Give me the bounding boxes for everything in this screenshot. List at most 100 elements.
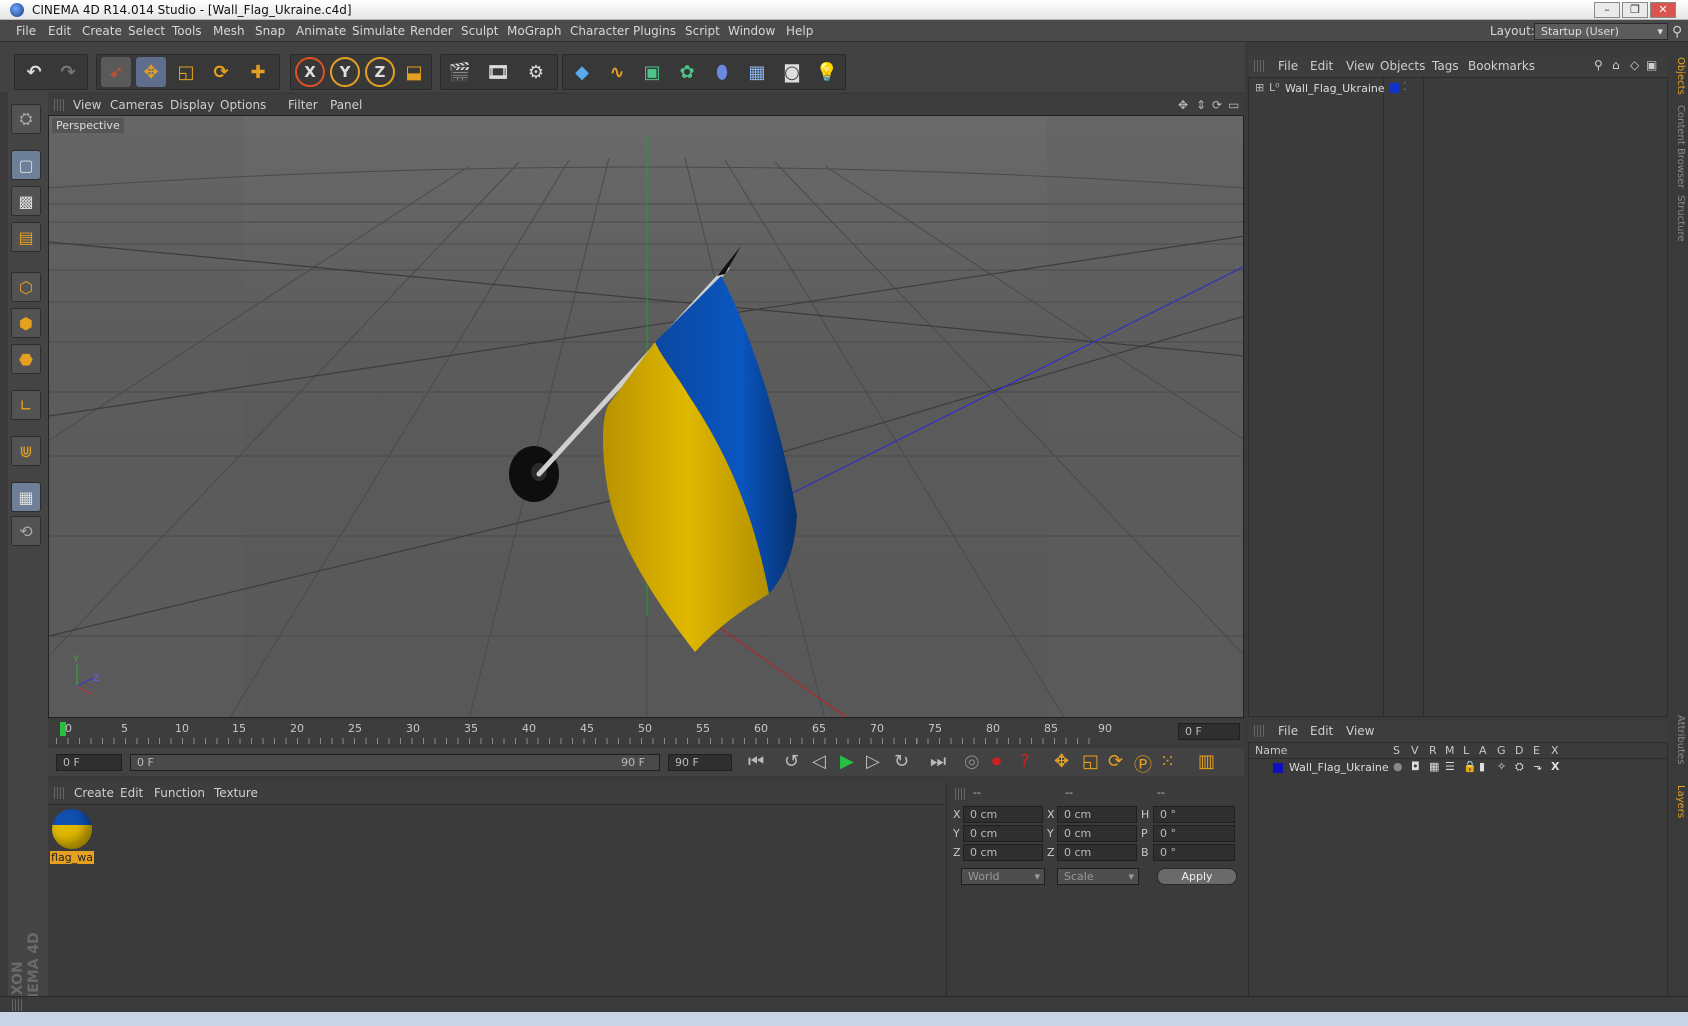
column-deformers[interactable]: D [1515, 744, 1523, 757]
viewport-menu-panel[interactable]: Panel [330, 98, 362, 112]
column-solo[interactable]: S [1393, 744, 1400, 757]
deformer-icon[interactable]: ⬮ [707, 57, 737, 87]
object-menu-tags[interactable]: Tags [1432, 59, 1459, 73]
lock-workplane-icon[interactable]: ▦ [11, 482, 41, 512]
viewport-maximize-icon[interactable]: ▭ [1228, 98, 1239, 112]
size-z-field[interactable]: 0 cm [1057, 844, 1137, 861]
timeline-window-icon[interactable]: ▥ [1198, 751, 1215, 772]
floor-scene-icon[interactable]: ▦ [742, 57, 772, 87]
panel-grip-icon[interactable] [955, 788, 965, 800]
object-menu-edit[interactable]: Edit [1310, 59, 1333, 73]
y-axis-lock-button[interactable]: Y [330, 57, 360, 87]
transform-mode-dropdown[interactable]: Scale ▾ [1057, 868, 1139, 885]
column-expressions[interactable]: E [1533, 744, 1540, 757]
menu-create[interactable]: Create [82, 24, 122, 38]
planar-workplane-icon[interactable]: ⟲ [11, 516, 41, 546]
home-icon[interactable]: ⌂ [1612, 58, 1620, 72]
column-xref[interactable]: X [1551, 744, 1559, 757]
collapse-icon[interactable]: ◇ [1630, 58, 1639, 72]
tab-layers[interactable]: Layers [1670, 785, 1686, 818]
position-z-field[interactable]: 0 cm [963, 844, 1043, 861]
tab-content-browser[interactable]: Content Browser [1670, 105, 1686, 188]
deformer-toggle-icon[interactable]: ⛭ [1515, 760, 1524, 774]
viewport-menu-filter[interactable]: Filter [288, 98, 318, 112]
expand-icon[interactable]: ⊞ [1255, 81, 1264, 94]
minimize-button[interactable]: – [1594, 2, 1620, 18]
viewport-menu-cameras[interactable]: Cameras [110, 98, 163, 112]
column-animation[interactable]: A [1479, 744, 1487, 757]
render-settings-icon[interactable]: ⚙ [521, 57, 551, 87]
play-forward-icon[interactable]: ▶ [840, 751, 854, 772]
viewport-zoom-icon[interactable]: ⇕ [1196, 98, 1206, 112]
key-pla-icon[interactable]: ⁙ [1160, 751, 1175, 772]
spline-icon[interactable]: ∿ [602, 57, 632, 87]
layout-dropdown[interactable]: Startup (User) ▾ [1534, 23, 1668, 40]
object-name[interactable]: Wall_Flag_Ukraine [1285, 82, 1385, 95]
search-icon[interactable]: ⚲ [1594, 58, 1603, 72]
next-key-icon[interactable]: ↻ [894, 751, 909, 772]
menu-simulate[interactable]: Simulate [352, 24, 405, 38]
menu-render[interactable]: Render [410, 24, 453, 38]
menu-window[interactable]: Window [728, 24, 775, 38]
subdivision-surface-icon[interactable]: ▣ [637, 57, 667, 87]
layer-name[interactable]: Wall_Flag_Ukraine [1289, 761, 1389, 774]
frame-range-slider[interactable]: 0 F 90 F [130, 754, 660, 771]
menu-sculpt[interactable]: Sculpt [461, 24, 498, 38]
viewport-menu-display[interactable]: Display [170, 98, 214, 112]
cube-primitive-icon[interactable]: ◆ [567, 57, 597, 87]
tab-attributes[interactable]: Attributes [1670, 715, 1686, 764]
layer-menu-view[interactable]: View [1346, 724, 1374, 738]
points-mode-icon[interactable]: ⬡ [11, 272, 41, 302]
render-toggle-icon[interactable]: ▦ [1429, 760, 1439, 773]
viewport-rotate-icon[interactable]: ⟳ [1212, 98, 1222, 112]
viewport-menu-view[interactable]: View [73, 98, 101, 112]
viewport-menu-options[interactable]: Options [220, 98, 266, 112]
workplane-icon[interactable]: ▤ [11, 222, 41, 252]
menu-mograph[interactable]: MoGraph [507, 24, 562, 38]
z-axis-lock-button[interactable]: Z [365, 57, 395, 87]
menu-character[interactable]: Character [570, 24, 629, 38]
menu-file[interactable]: File [16, 24, 36, 38]
rotation-p-field[interactable]: 0 ° [1153, 825, 1235, 842]
key-position-icon[interactable]: ✥ [1054, 751, 1069, 772]
material-swatch[interactable]: flag_wa [50, 807, 94, 867]
light-icon[interactable]: 💡 [812, 57, 842, 87]
size-y-field[interactable]: 0 cm [1057, 825, 1137, 842]
solo-toggle-icon[interactable]: ● [1393, 760, 1403, 773]
layer-color-swatch[interactable] [1273, 763, 1283, 773]
column-render[interactable]: R [1429, 744, 1437, 757]
render-view-icon[interactable]: 🎬 [445, 57, 475, 87]
menu-tools[interactable]: Tools [172, 24, 202, 38]
layer-row[interactable]: Wall_Flag_Ukraine ● ◘ ▦ ☰ 🔒 ▮ ✧ ⛭ ⬎ X [1249, 760, 1667, 776]
column-view[interactable]: V [1411, 744, 1419, 757]
undo-icon[interactable]: ↶ [19, 57, 49, 87]
coordinate-mode-dropdown[interactable]: World ▾ [961, 868, 1045, 885]
redo-icon[interactable]: ↷ [53, 57, 83, 87]
object-menu-objects[interactable]: Objects [1380, 59, 1425, 73]
apply-button[interactable]: Apply [1157, 868, 1237, 885]
menu-select[interactable]: Select [128, 24, 165, 38]
scale-tool-icon[interactable]: ◱ [171, 57, 201, 87]
expression-toggle-icon[interactable]: ⬎ [1533, 760, 1542, 773]
size-x-field[interactable]: 0 cm [1057, 806, 1137, 823]
animation-toggle-icon[interactable]: ▮ [1479, 760, 1485, 773]
position-x-field[interactable]: 0 cm [963, 806, 1043, 823]
previous-key-icon[interactable]: ↺ [784, 751, 799, 772]
panel-grip-icon[interactable] [54, 787, 64, 799]
material-menu-texture[interactable]: Texture [214, 786, 258, 800]
menu-edit[interactable]: Edit [48, 24, 71, 38]
object-menu-view[interactable]: View [1346, 59, 1374, 73]
material-menu-function[interactable]: Function [154, 786, 205, 800]
menu-animate[interactable]: Animate [296, 24, 346, 38]
menu-snap[interactable]: Snap [255, 24, 285, 38]
rotation-h-field[interactable]: 0 ° [1153, 806, 1235, 823]
visibility-dots-icon[interactable]: ⁚ [1403, 80, 1407, 93]
make-editable-icon[interactable]: ⛭ [11, 104, 41, 134]
column-generators[interactable]: G [1497, 744, 1506, 757]
menu-script[interactable]: Script [685, 24, 720, 38]
key-rotation-icon[interactable]: ⟳ [1108, 751, 1123, 772]
restore-button[interactable]: ❐ [1622, 2, 1648, 18]
rotate-tool-icon[interactable]: ⟳ [206, 57, 236, 87]
object-menu-bookmarks[interactable]: Bookmarks [1468, 59, 1535, 73]
record-keys-icon[interactable]: ◎ [964, 751, 980, 772]
